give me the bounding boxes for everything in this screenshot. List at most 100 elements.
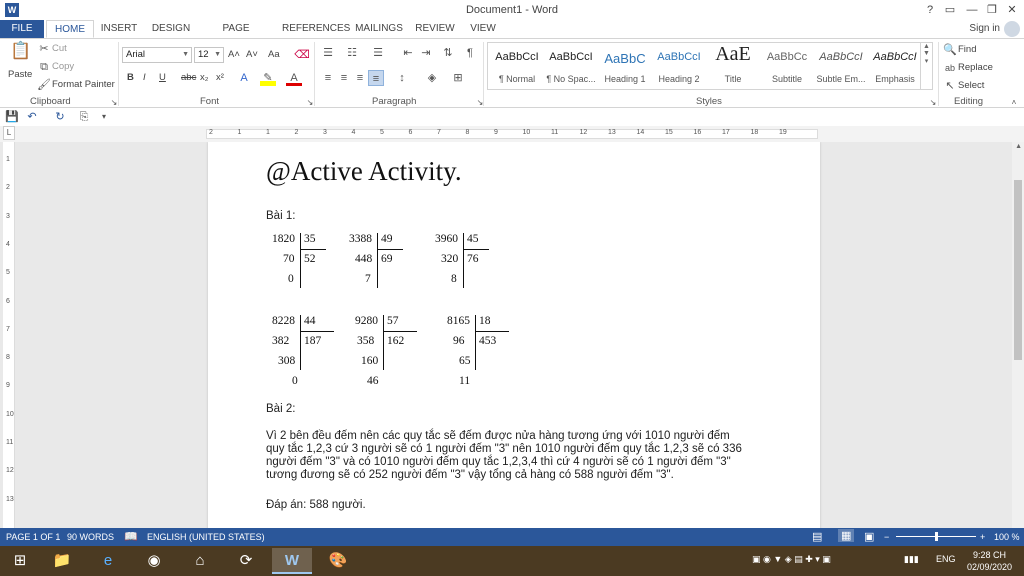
read-mode-icon[interactable]: ▤ <box>812 530 822 543</box>
app-icon[interactable]: ⌂ <box>180 548 220 574</box>
paste-icon[interactable]: 📋 <box>10 42 31 63</box>
more-styles-icon[interactable]: ▾ <box>921 57 932 65</box>
restore-button[interactable]: ❐ <box>982 2 1002 18</box>
proofing-icon[interactable]: 📖 <box>124 530 138 543</box>
decrease-indent-icon[interactable]: ⇤ <box>400 45 416 61</box>
font-name-box[interactable]: Arial ▼ <box>122 47 192 63</box>
change-case-button[interactable]: Aa <box>268 49 280 60</box>
chevron-down-icon[interactable]: ▼ <box>921 50 932 57</box>
touch-mode-icon[interactable]: ⎘ <box>76 109 92 125</box>
app-icon[interactable]: ⟳ <box>226 548 266 574</box>
chrome-icon[interactable]: ◉ <box>134 548 174 574</box>
bold-button[interactable]: B <box>127 72 134 83</box>
style-title[interactable]: AaE Title <box>706 43 760 89</box>
superscript-button[interactable]: x² <box>216 72 224 83</box>
styles-scroll[interactable]: ▲ ▼ ▾ <box>920 43 932 89</box>
tab-view[interactable]: VIEW <box>466 20 500 38</box>
replace-button[interactable]: Replace <box>958 62 993 73</box>
numbering-icon[interactable]: ☷ <box>344 45 360 61</box>
scroll-up-icon[interactable]: ▲ <box>1015 143 1022 150</box>
clear-formatting-icon[interactable]: ⌫ <box>294 47 310 63</box>
tab-insert[interactable]: INSERT <box>98 20 140 38</box>
copy-icon[interactable]: ⧉ <box>36 59 52 75</box>
cut-icon[interactable]: ✂ <box>36 41 52 57</box>
copy-button[interactable]: Copy <box>52 61 74 72</box>
vertical-scrollbar[interactable]: ▲ <box>1012 142 1024 528</box>
find-button[interactable]: Find <box>958 44 976 55</box>
find-icon[interactable]: 🔍 <box>942 42 958 58</box>
style-emphasis[interactable]: AaBbCcI Emphasis <box>868 43 922 89</box>
align-right-icon[interactable]: ≡ <box>352 70 368 86</box>
zoom-level[interactable]: 100 % <box>994 532 1020 542</box>
underline-button[interactable]: U <box>159 72 166 83</box>
tab-mailings[interactable]: MAILINGS <box>354 20 404 38</box>
tab-review[interactable]: REVIEW <box>414 20 456 38</box>
scrollbar-thumb[interactable] <box>1014 180 1022 360</box>
align-center-icon[interactable]: ≡ <box>336 70 352 86</box>
print-layout-icon[interactable]: ▦ <box>838 529 855 542</box>
highlight-color-icon[interactable]: ✎ <box>260 70 276 86</box>
paste-button[interactable]: Paste <box>8 69 32 80</box>
tab-selector-icon[interactable]: L <box>3 126 15 140</box>
show-formatting-icon[interactable]: ¶ <box>462 45 478 61</box>
replace-icon[interactable]: ab <box>942 60 958 76</box>
web-layout-icon[interactable]: ▣ <box>864 530 874 543</box>
network-icon[interactable]: ▮▮▮ <box>904 554 919 565</box>
language-indicator[interactable]: ENGLISH (UNITED STATES) <box>147 532 265 542</box>
save-icon[interactable]: 💾 <box>4 109 20 125</box>
subscript-button[interactable]: x₂ <box>200 72 208 83</box>
horizontal-ruler[interactable]: 2 1 1 2 3 4 5 6 7 8 9 10 11 12 13 14 15 16 17 18 19 <box>206 129 818 139</box>
help-button[interactable]: ? <box>920 2 940 18</box>
minimize-button[interactable]: — <box>962 2 982 18</box>
internet-explorer-icon[interactable]: e <box>88 548 128 574</box>
tab-page-layout[interactable]: PAGE LAYOUT <box>202 20 270 52</box>
windows-start-icon[interactable]: ⊞ <box>0 548 40 574</box>
style-subtitle[interactable]: AaBbCc Subtitle <box>760 43 814 89</box>
line-spacing-icon[interactable]: ↕ <box>394 70 410 86</box>
justify-icon[interactable]: ≡ <box>368 70 384 86</box>
tab-home[interactable]: HOME <box>46 20 94 38</box>
input-language[interactable]: ENG <box>936 554 956 564</box>
close-button[interactable]: ✕ <box>1002 2 1022 18</box>
bullets-icon[interactable]: ☰ <box>320 45 336 61</box>
align-left-icon[interactable]: ≡ <box>320 70 336 86</box>
style-heading-2[interactable]: AaBbCcI Heading 2 <box>652 43 706 89</box>
text-effects-icon[interactable]: A <box>236 70 252 86</box>
sign-in-link[interactable]: Sign in <box>969 23 1000 34</box>
shading-icon[interactable]: ◈ <box>424 70 440 86</box>
customize-qat-icon[interactable]: ▾ <box>96 109 112 125</box>
tray-icons[interactable]: ▣ ◉ ▼ ◈ ▤ ✚ ▾ ▣ <box>752 554 831 565</box>
tab-references[interactable]: REFERENCES <box>282 20 350 38</box>
avatar[interactable] <box>1004 21 1020 37</box>
redo-icon[interactable]: ↻ <box>52 109 68 125</box>
word-count[interactable]: 90 WORDS <box>67 532 114 542</box>
format-painter-button[interactable]: Format Painter <box>52 79 115 90</box>
ribbon-display-options-button[interactable]: ▭ <box>940 2 960 18</box>
select-icon[interactable]: ↖ <box>942 78 958 94</box>
tab-file[interactable]: FILE <box>0 20 44 38</box>
format-painter-icon[interactable]: 🖌 <box>36 77 52 93</box>
paint-icon[interactable]: 🎨 <box>318 548 358 574</box>
style-no-spacing[interactable]: AaBbCcI ¶ No Spac... <box>544 43 598 89</box>
system-clock[interactable]: 9:28 CH 02/09/2020 <box>967 549 1012 573</box>
undo-icon[interactable]: ↶ <box>24 109 40 125</box>
style-normal[interactable]: AaBbCcI ¶ Normal <box>490 43 544 89</box>
font-color-icon[interactable]: A <box>286 70 302 86</box>
strikethrough-button[interactable]: abc <box>181 72 196 83</box>
document-page[interactable]: @Active Activity. Bài 1: 1820 35 52 70 0… <box>208 142 820 528</box>
multilevel-list-icon[interactable]: ☰ <box>370 45 386 61</box>
zoom-slider-thumb[interactable] <box>935 532 938 541</box>
sort-icon[interactable]: ⇅ <box>440 45 456 61</box>
tab-design[interactable]: DESIGN <box>150 20 192 38</box>
italic-button[interactable]: I <box>143 72 146 83</box>
increase-indent-icon[interactable]: ⇥ <box>418 45 434 61</box>
font-size-box[interactable]: 12 ▼ <box>194 47 224 63</box>
zoom-out-icon[interactable]: − <box>884 532 889 542</box>
style-heading-1[interactable]: AaBbC Heading 1 <box>598 43 652 89</box>
chevron-up-icon[interactable]: ▲ <box>921 43 932 50</box>
shrink-font-button[interactable]: A˅ <box>246 49 258 60</box>
page-count[interactable]: PAGE 1 OF 1 <box>6 532 60 542</box>
select-button[interactable]: Select <box>958 80 984 91</box>
vertical-ruler[interactable]: 1 2 3 4 5 6 7 8 9 10 11 12 13 <box>3 142 15 528</box>
grow-font-button[interactable]: A˄ <box>228 49 240 60</box>
